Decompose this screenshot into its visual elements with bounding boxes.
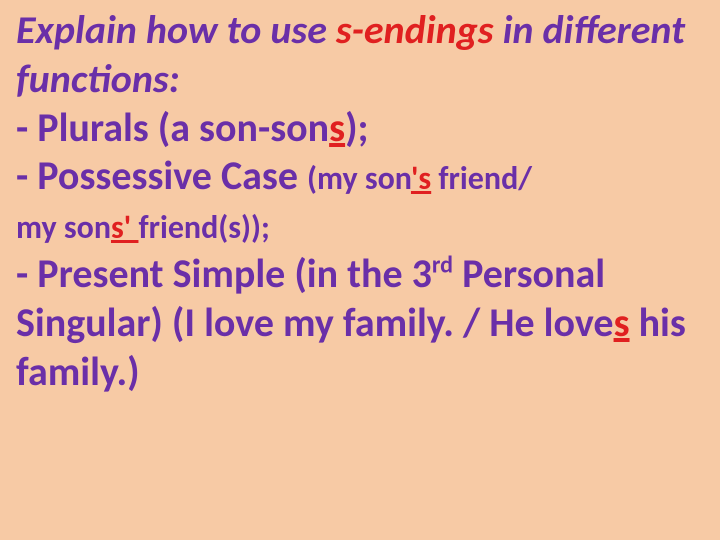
- present-s: s: [614, 298, 630, 347]
- possessive-lead: - Possessive Case: [16, 151, 307, 200]
- plurals-s: s: [329, 103, 345, 152]
- possessive-ex1a: (my son: [307, 159, 411, 198]
- plurals-lead: - Plurals (a son-son: [16, 103, 329, 152]
- present-lead1: - Present Simple (in the 3: [16, 249, 432, 298]
- possessive-ex2a: my son: [16, 208, 111, 247]
- possessive-ex1b: friend/: [431, 159, 532, 198]
- possessive-ex2b: friend(s));: [138, 208, 269, 247]
- present-ordinal: rd: [432, 251, 453, 280]
- possessive-ex2s: s': [111, 208, 138, 247]
- intro-text-1: Explain how to use: [16, 5, 336, 54]
- possessive-ex1s: 's: [411, 159, 431, 198]
- intro-highlight: s-endings: [336, 5, 494, 54]
- slide-content: Explain how to use s-endings in differen…: [16, 6, 706, 396]
- plurals-tail: );: [345, 103, 369, 152]
